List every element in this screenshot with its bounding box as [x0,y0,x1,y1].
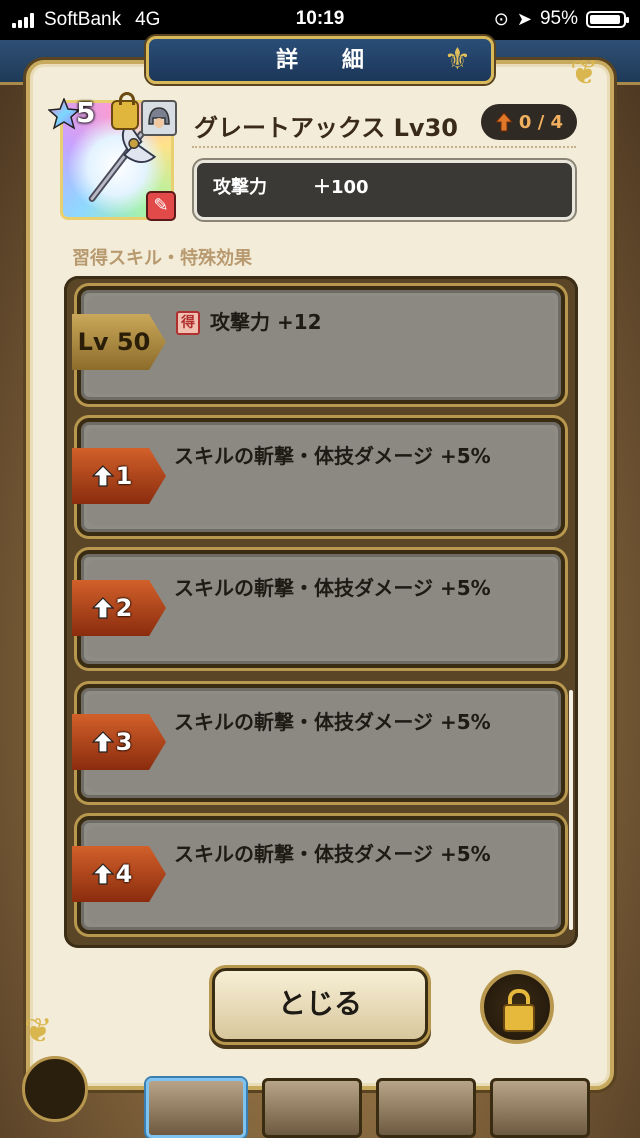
upgrade-tag-number: 2 [115,594,133,622]
location-arrow-icon: ➤ [516,8,532,29]
corner-ornament-icon: ❦ [570,53,599,93]
party-member-slot[interactable] [376,1078,476,1138]
lock-icon [503,1004,535,1032]
up-arrow-icon [494,112,513,132]
skill-text: 得攻撃力 +12 [176,306,322,335]
rarity-value: 5 [76,96,96,129]
upgrade-tag-number: 3 [115,728,133,756]
party-member-slot[interactable] [146,1078,246,1138]
up-arrow-icon [91,597,114,619]
corner-ornament-icon: ❦ [24,1011,53,1051]
upgrade-tag: 4 [72,846,166,902]
helmet-icon [141,100,177,136]
skill-label: 攻撃力 +12 [210,310,322,334]
battery-icon [586,10,629,28]
battery-percent: 95% [539,8,578,29]
stat-label: 攻撃力 [213,177,267,198]
section-title: 習得スキル・特殊効果 [72,248,252,269]
stat-value: ＋100 [313,177,369,198]
wrench-icon: ✎ [146,191,176,221]
status-bar: SoftBank 4G 10:19 ⊙ ➤ 95% [0,0,640,40]
upgrade-tag-number: 1 [115,462,133,490]
rotation-lock-icon: ⊙ [493,8,509,29]
up-arrow-icon [91,863,114,885]
party-member-slot[interactable] [262,1078,362,1138]
panel-title: 詳 細 [146,36,494,84]
close-button[interactable]: とじる [212,968,428,1042]
skill-label: スキルの斬撃・体技ダメージ +5% [174,576,491,600]
party-member-slot[interactable] [490,1078,590,1138]
level-tag: Lv 50 [72,314,166,370]
lock-button[interactable] [480,970,554,1044]
fleur-right-icon: ⚜ [444,42,471,77]
upgrade-tag-number: 4 [115,860,133,888]
toku-badge-icon: 得 [176,311,200,335]
divider [192,146,576,148]
lock-icon [111,92,139,130]
upgrade-count-badge: 0 / 4 [481,104,577,140]
stat-box: 攻撃力 ＋100 [194,160,575,220]
up-arrow-icon [91,465,114,487]
upgrade-tag: 1 [72,448,166,504]
up-arrow-icon [91,731,114,753]
leaf-ornament-icon [22,1056,88,1122]
skill-label: スキルの斬撃・体技ダメージ +5% [174,710,491,734]
upgrade-tag: 3 [72,714,166,770]
upgrade-tag: 2 [72,580,166,636]
skill-label: スキルの斬撃・体技ダメージ +5% [174,444,491,468]
upgrade-count: 0 / 4 [518,111,564,133]
item-name: グレートアックス Lv30 [194,114,458,142]
skill-label: スキルの斬撃・体技ダメージ +5% [174,842,491,866]
scrollbar[interactable] [569,690,573,930]
